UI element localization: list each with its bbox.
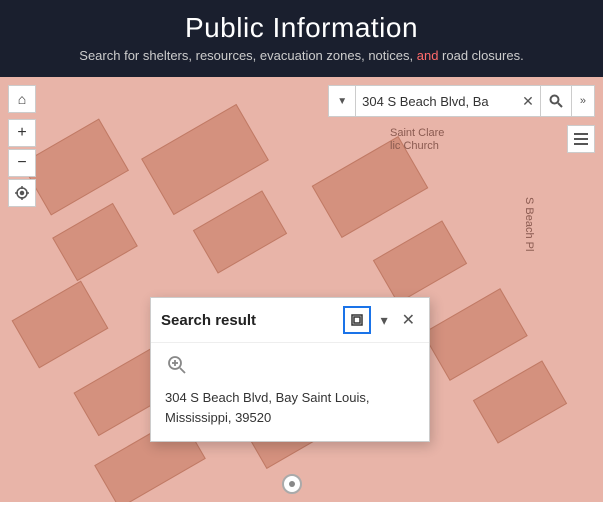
popup-collapse-button[interactable]: ▾ bbox=[377, 312, 392, 329]
home-button[interactable]: ⌂ bbox=[8, 85, 36, 113]
search-input[interactable] bbox=[356, 94, 516, 109]
maximize-icon bbox=[351, 314, 363, 326]
popup-address: 304 S Beach Blvd, Bay Saint Louis, Missi… bbox=[165, 388, 415, 427]
map-controls: ⌂ + − bbox=[8, 85, 36, 207]
page-header: Public Information Search for shelters, … bbox=[0, 0, 603, 77]
map-toolbar: ▼ ✕ » bbox=[328, 85, 595, 117]
map-label-beach: S Beach Pl bbox=[523, 197, 535, 251]
hamburger-icon bbox=[574, 133, 588, 145]
search-result-popup: Search result ▾ ✕ bbox=[150, 297, 430, 442]
map-container[interactable]: Saint Clare lic Church S Beach Pl ▼ ✕ » … bbox=[0, 77, 603, 502]
page-title: Public Information bbox=[20, 12, 583, 44]
popup-header: Search result ▾ ✕ bbox=[151, 298, 429, 343]
popup-maximize-button[interactable] bbox=[343, 306, 371, 334]
map-pin bbox=[282, 474, 302, 494]
locate-icon bbox=[15, 186, 29, 200]
search-icon bbox=[549, 94, 563, 108]
popup-search-icon bbox=[165, 353, 189, 377]
search-dropdown-button[interactable]: ▼ bbox=[329, 86, 356, 116]
popup-close-button[interactable]: ✕ bbox=[398, 310, 419, 330]
search-bar[interactable]: ▼ ✕ bbox=[328, 85, 572, 117]
search-clear-button[interactable]: ✕ bbox=[516, 93, 540, 110]
expand-button[interactable]: » bbox=[572, 85, 595, 117]
pin-circle bbox=[282, 474, 302, 494]
locate-button[interactable] bbox=[8, 179, 36, 207]
map-menu-button[interactable] bbox=[567, 125, 595, 153]
zoom-in-button[interactable]: + bbox=[8, 119, 36, 147]
zoom-out-button[interactable]: − bbox=[8, 149, 36, 177]
pin-dot bbox=[289, 481, 295, 487]
popup-content: 304 S Beach Blvd, Bay Saint Louis, Missi… bbox=[151, 343, 429, 441]
search-submit-button[interactable] bbox=[540, 86, 571, 116]
page-subtitle: Search for shelters, resources, evacuati… bbox=[20, 48, 583, 63]
popup-title: Search result bbox=[161, 312, 337, 329]
popup-search-icon-row bbox=[165, 353, 415, 380]
